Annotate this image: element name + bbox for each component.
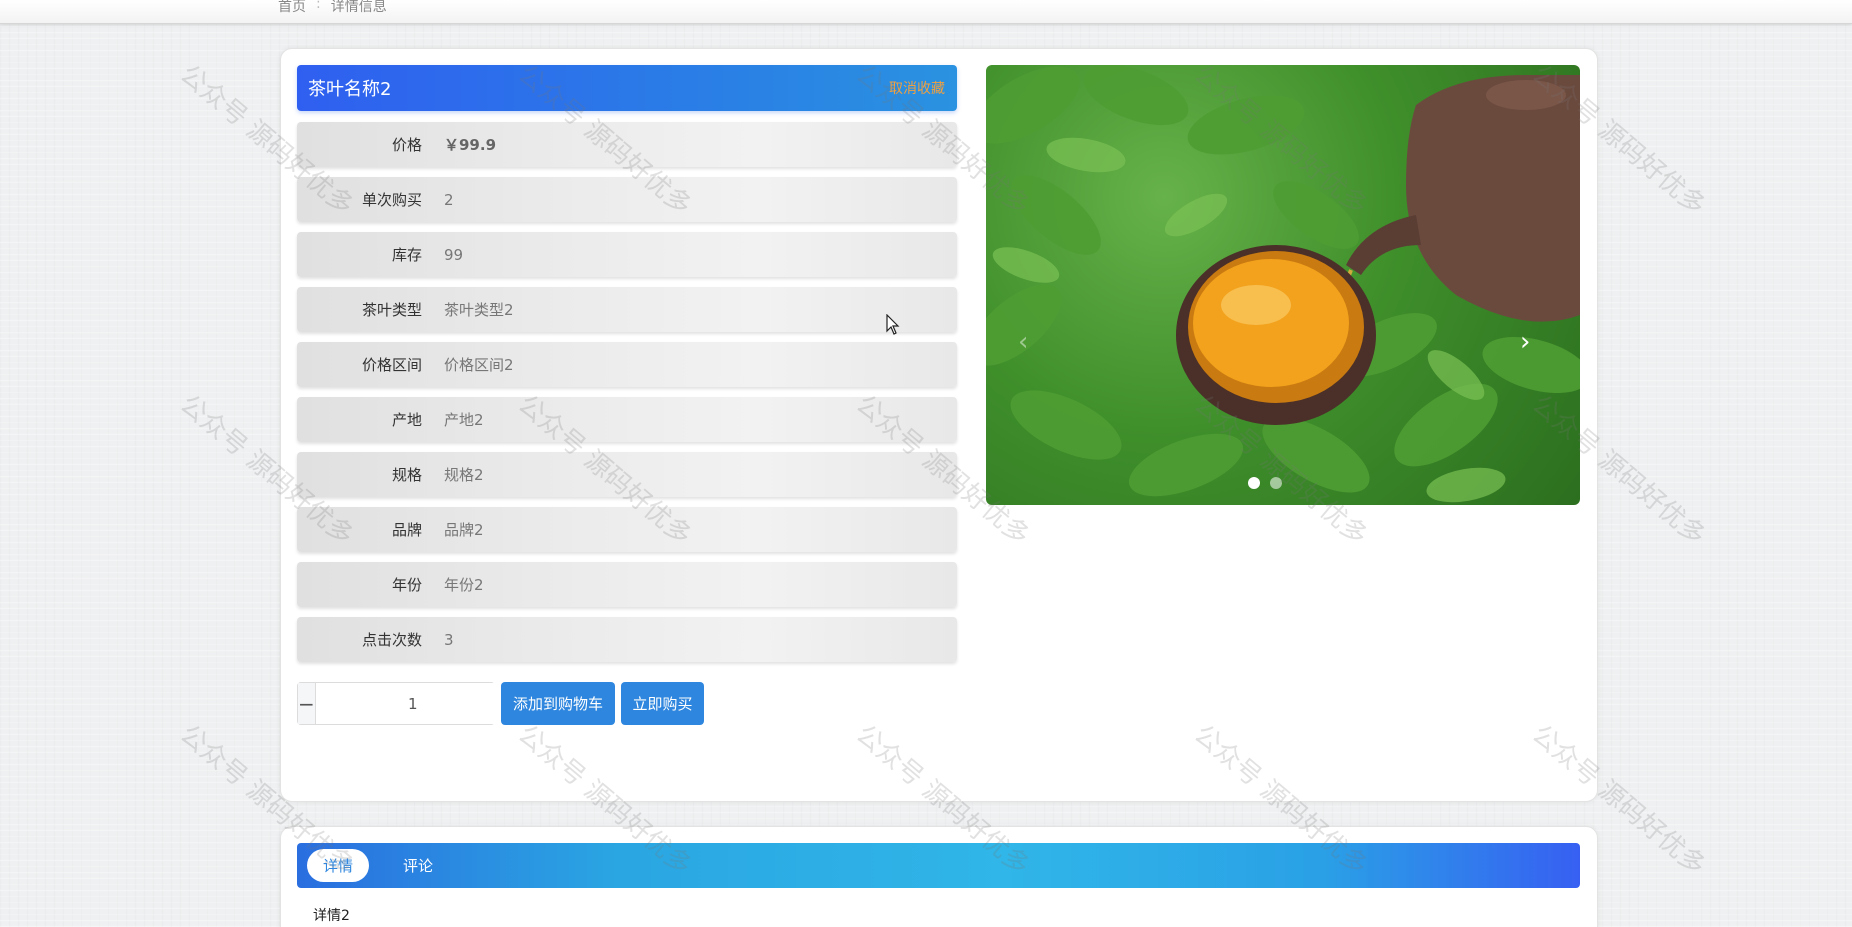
product-title-bar: 茶叶名称2 取消收藏	[297, 65, 957, 111]
carousel-dot-1[interactable]	[1248, 477, 1260, 489]
product-image	[986, 65, 1580, 503]
product-image-carousel[interactable]: ‹ ›	[986, 65, 1580, 505]
add-to-cart-button[interactable]: 添加到购物车	[501, 682, 615, 725]
detail-label: 价格	[391, 136, 422, 154]
favorite-toggle-button[interactable]: 取消收藏	[889, 78, 945, 98]
product-detail-list: 价格 ￥99.9 单次购买 2 库存 99 茶叶类型 茶叶类型2 价格区间 价格…	[297, 122, 957, 672]
detail-label: 规格	[391, 466, 422, 484]
detail-row-price-range: 价格区间 价格区间2	[297, 342, 957, 387]
detail-row-brand: 品牌 品牌2	[297, 507, 957, 552]
detail-content: 详情2	[313, 908, 350, 924]
quantity-decrease-button[interactable]: −	[298, 683, 316, 724]
carousel-dot-2[interactable]	[1270, 477, 1282, 489]
detail-row-spec: 规格 规格2	[297, 452, 957, 497]
detail-label: 点击次数	[361, 631, 422, 649]
detail-value: 99	[444, 245, 464, 264]
breadcrumb-current: 详情信息	[330, 0, 387, 15]
top-bar: 首页 : 详情信息	[0, 0, 1852, 24]
detail-row-tea-type: 茶叶类型 茶叶类型2	[297, 287, 957, 332]
detail-value: 产地2	[444, 411, 484, 429]
detail-label: 单次购买	[361, 191, 422, 209]
detail-value: 茶叶类型2	[444, 301, 514, 319]
detail-row-clicks: 点击次数 3	[297, 617, 957, 662]
detail-value: 2	[444, 190, 454, 209]
carousel-prev-arrow[interactable]: ‹	[1018, 327, 1028, 357]
detail-value: ￥99.9	[444, 136, 497, 154]
detail-row-origin: 产地 产地2	[297, 397, 957, 442]
detail-value: 规格2	[444, 466, 484, 484]
tab-details[interactable]: 详情	[307, 849, 370, 882]
detail-value: 3	[444, 630, 454, 649]
detail-value: 品牌2	[444, 521, 484, 539]
detail-row-year: 年份 年份2	[297, 562, 957, 607]
quantity-input[interactable]	[315, 683, 510, 724]
detail-label: 产地	[391, 411, 422, 429]
detail-tab-bar: 详情 评论	[297, 843, 1580, 888]
detail-label: 库存	[391, 246, 422, 264]
breadcrumb-home[interactable]: 首页	[278, 0, 306, 16]
buy-now-button[interactable]: 立即购买	[621, 682, 704, 725]
detail-value: 价格区间2	[444, 356, 514, 374]
product-name: 茶叶名称2	[308, 79, 392, 100]
quantity-stepper: − +	[297, 682, 528, 725]
detail-row-price: 价格 ￥99.9	[297, 122, 957, 167]
detail-label: 茶叶类型	[361, 301, 422, 319]
carousel-indicators	[1248, 477, 1282, 489]
detail-row-stock: 库存 99	[297, 232, 957, 277]
detail-label: 年份	[391, 576, 422, 594]
detail-label: 品牌	[391, 521, 422, 539]
breadcrumb: 首页 : 详情信息	[278, 0, 387, 16]
detail-value: 年份2	[444, 576, 484, 594]
breadcrumb-separator: :	[316, 0, 321, 12]
detail-row-single-purchase: 单次购买 2	[297, 177, 957, 222]
detail-label: 价格区间	[361, 356, 422, 374]
carousel-next-arrow[interactable]: ›	[1520, 327, 1530, 357]
tab-comments[interactable]: 评论	[387, 849, 449, 882]
